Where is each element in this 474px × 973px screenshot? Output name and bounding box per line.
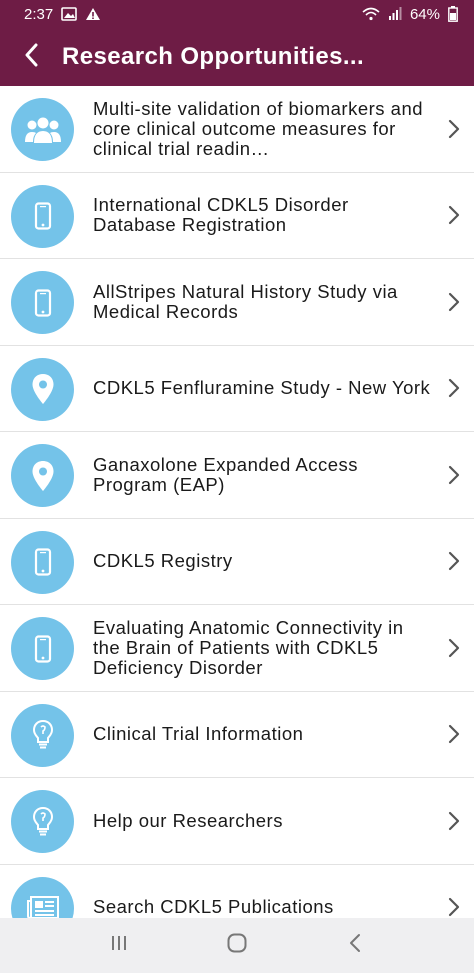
chevron-right-icon xyxy=(446,291,462,313)
list-item[interactable]: Help our Researchers xyxy=(0,778,474,865)
group-icon xyxy=(11,98,74,161)
app-bar: Research Opportunities... xyxy=(0,28,474,86)
status-bar: 2:37 64% xyxy=(0,0,474,28)
system-back-button[interactable] xyxy=(325,918,385,973)
chevron-right-icon xyxy=(446,723,462,745)
chevron-right-icon xyxy=(446,896,462,918)
home-icon xyxy=(226,932,248,959)
gallery-icon xyxy=(61,7,78,21)
wifi-icon xyxy=(362,7,380,21)
mobile-phone-icon xyxy=(11,271,74,334)
item-label: Help our Researchers xyxy=(93,809,283,831)
location-pin-icon xyxy=(11,444,74,507)
chevron-right-icon xyxy=(446,204,462,226)
item-label: Clinical Trial Information xyxy=(93,723,304,745)
recent-apps-button[interactable] xyxy=(89,918,149,973)
warning-icon xyxy=(85,7,101,21)
location-pin-icon xyxy=(11,357,74,421)
list-item[interactable]: CDKL5 Registry xyxy=(0,519,474,605)
item-label: Search CDKL5 Publications xyxy=(93,896,334,918)
chevron-right-icon xyxy=(446,637,462,659)
list-item[interactable]: Clinical Trial Information xyxy=(0,692,474,778)
list-item[interactable]: CDKL5 Fenfluramine Study - New York xyxy=(0,346,474,432)
system-nav-bar xyxy=(0,918,474,973)
item-label: International CDKL5 Disorder Database Re… xyxy=(93,194,349,236)
back-button[interactable] xyxy=(0,28,62,86)
recent-apps-icon xyxy=(109,934,129,957)
list-item[interactable]: Ganaxolone Expanded Access Program (EAP) xyxy=(0,432,474,519)
research-list: Multi-site validation of biomarkers and … xyxy=(0,86,474,918)
newspaper-icon xyxy=(11,876,74,918)
list-item[interactable]: Multi-site validation of biomarkers and … xyxy=(0,86,474,173)
list-item[interactable]: International CDKL5 Disorder Database Re… xyxy=(0,173,474,259)
chevron-right-icon xyxy=(446,464,462,486)
lightbulb-icon xyxy=(11,790,74,853)
list-item[interactable]: AllStripes Natural History Study via Med… xyxy=(0,259,474,346)
item-label: CDKL5 Registry xyxy=(93,550,233,572)
home-button[interactable] xyxy=(207,918,267,973)
item-label: Ganaxolone Expanded Access Program (EAP) xyxy=(93,453,358,495)
item-label: AllStripes Natural History Study via Med… xyxy=(93,280,398,322)
mobile-phone-icon xyxy=(11,184,74,248)
signal-icon xyxy=(388,7,402,21)
mobile-phone-icon xyxy=(11,617,74,680)
battery-percent: 64% xyxy=(409,5,440,23)
clock: 2:37 xyxy=(24,5,54,23)
list-item[interactable]: Evaluating Anatomic Connectivity in the … xyxy=(0,605,474,692)
page-title: Research Opportunities... xyxy=(62,43,365,70)
chevron-right-icon xyxy=(446,118,462,140)
item-label: Evaluating Anatomic Connectivity in the … xyxy=(93,616,404,678)
item-label: CDKL5 Fenfluramine Study - New York xyxy=(93,377,431,399)
back-chevron-icon xyxy=(24,43,38,72)
battery-icon xyxy=(448,6,458,22)
back-icon xyxy=(348,933,362,958)
mobile-phone-icon xyxy=(11,530,74,594)
chevron-right-icon xyxy=(446,377,462,399)
lightbulb-icon xyxy=(11,703,74,767)
item-label: Multi-site validation of biomarkers and … xyxy=(93,98,424,159)
chevron-right-icon xyxy=(446,810,462,832)
chevron-right-icon xyxy=(446,550,462,572)
list-item[interactable]: Search CDKL5 Publications xyxy=(0,865,474,918)
